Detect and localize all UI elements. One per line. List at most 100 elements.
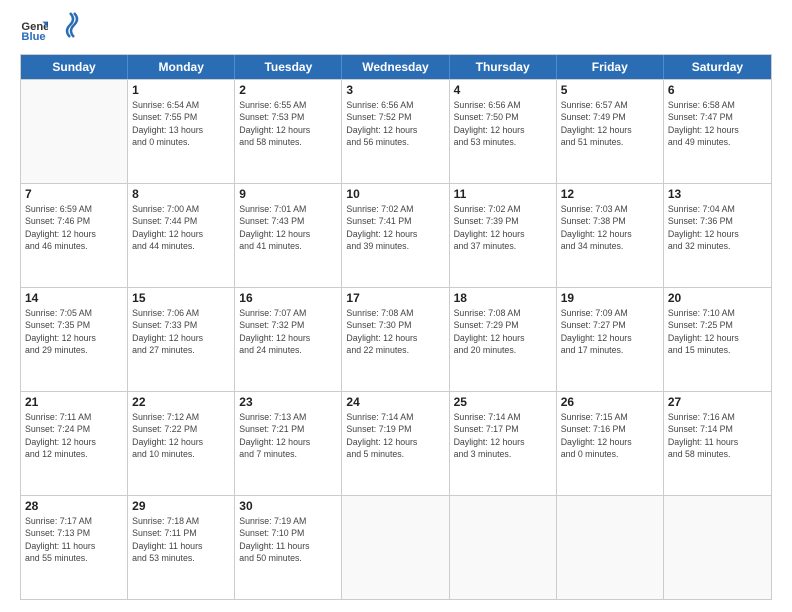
day-info: Sunrise: 7:15 AM Sunset: 7:16 PM Dayligh… — [561, 411, 659, 460]
day-number: 24 — [346, 395, 444, 409]
day-info: Sunrise: 7:08 AM Sunset: 7:29 PM Dayligh… — [454, 307, 552, 356]
calendar-empty-cell — [450, 496, 557, 599]
day-info: Sunrise: 7:01 AM Sunset: 7:43 PM Dayligh… — [239, 203, 337, 252]
day-number: 5 — [561, 83, 659, 97]
day-info: Sunrise: 7:11 AM Sunset: 7:24 PM Dayligh… — [25, 411, 123, 460]
calendar-day-2: 2 Sunrise: 6:55 AM Sunset: 7:53 PM Daylig… — [235, 80, 342, 183]
calendar-day-13: 13 Sunrise: 7:04 AM Sunset: 7:36 PM Dayli… — [664, 184, 771, 287]
day-info: Sunrise: 6:58 AM Sunset: 7:47 PM Dayligh… — [668, 99, 767, 148]
calendar-day-27: 27 Sunrise: 7:16 AM Sunset: 7:14 PM Dayli… — [664, 392, 771, 495]
day-info: Sunrise: 6:56 AM Sunset: 7:50 PM Dayligh… — [454, 99, 552, 148]
day-info: Sunrise: 7:02 AM Sunset: 7:39 PM Dayligh… — [454, 203, 552, 252]
day-info: Sunrise: 7:10 AM Sunset: 7:25 PM Dayligh… — [668, 307, 767, 356]
day-number: 20 — [668, 291, 767, 305]
day-number: 27 — [668, 395, 767, 409]
calendar-row-2: 7 Sunrise: 6:59 AM Sunset: 7:46 PM Daylig… — [21, 183, 771, 287]
day-info: Sunrise: 7:16 AM Sunset: 7:14 PM Dayligh… — [668, 411, 767, 460]
weekday-header-sunday: Sunday — [21, 55, 128, 79]
calendar-row-3: 14 Sunrise: 7:05 AM Sunset: 7:35 PM Dayli… — [21, 287, 771, 391]
day-number: 6 — [668, 83, 767, 97]
day-info: Sunrise: 7:09 AM Sunset: 7:27 PM Dayligh… — [561, 307, 659, 356]
day-number: 11 — [454, 187, 552, 201]
day-number: 7 — [25, 187, 123, 201]
day-info: Sunrise: 7:04 AM Sunset: 7:36 PM Dayligh… — [668, 203, 767, 252]
day-number: 30 — [239, 499, 337, 513]
calendar-row-4: 21 Sunrise: 7:11 AM Sunset: 7:24 PM Dayli… — [21, 391, 771, 495]
logo-icon: General Blue — [20, 16, 48, 44]
day-number: 9 — [239, 187, 337, 201]
day-info: Sunrise: 7:17 AM Sunset: 7:13 PM Dayligh… — [25, 515, 123, 564]
calendar-day-4: 4Sunrise: 6:56 AM Sunset: 7:50 PM Daylig… — [450, 80, 557, 183]
day-number: 25 — [454, 395, 552, 409]
day-info: Sunrise: 7:19 AM Sunset: 7:10 PM Dayligh… — [239, 515, 337, 564]
calendar-day-7: 7 Sunrise: 6:59 AM Sunset: 7:46 PM Daylig… — [21, 184, 128, 287]
calendar-empty-cell — [21, 80, 128, 183]
calendar-day-12: 12Sunrise: 7:03 AM Sunset: 7:38 PM Dayli… — [557, 184, 664, 287]
day-info: Sunrise: 6:59 AM Sunset: 7:46 PM Dayligh… — [25, 203, 123, 252]
day-number: 23 — [239, 395, 337, 409]
weekday-header-wednesday: Wednesday — [342, 55, 449, 79]
day-number: 14 — [25, 291, 123, 305]
weekday-header-monday: Monday — [128, 55, 235, 79]
day-info: Sunrise: 6:56 AM Sunset: 7:52 PM Dayligh… — [346, 99, 444, 148]
calendar-day-1: 1 Sunrise: 6:54 AM Sunset: 7:55 PM Daylig… — [128, 80, 235, 183]
day-info: Sunrise: 6:55 AM Sunset: 7:53 PM Dayligh… — [239, 99, 337, 148]
day-number: 28 — [25, 499, 123, 513]
day-number: 15 — [132, 291, 230, 305]
day-number: 16 — [239, 291, 337, 305]
svg-text:Blue: Blue — [21, 31, 45, 43]
day-number: 22 — [132, 395, 230, 409]
day-info: Sunrise: 6:54 AM Sunset: 7:55 PM Dayligh… — [132, 99, 230, 148]
calendar-header: SundayMondayTuesdayWednesdayThursdayFrid… — [21, 55, 771, 79]
day-number: 8 — [132, 187, 230, 201]
day-number: 13 — [668, 187, 767, 201]
day-info: Sunrise: 7:06 AM Sunset: 7:33 PM Dayligh… — [132, 307, 230, 356]
calendar-day-5: 5 Sunrise: 6:57 AM Sunset: 7:49 PM Daylig… — [557, 80, 664, 183]
day-info: Sunrise: 7:18 AM Sunset: 7:11 PM Dayligh… — [132, 515, 230, 564]
calendar-day-3: 3Sunrise: 6:56 AM Sunset: 7:52 PM Daylig… — [342, 80, 449, 183]
calendar-day-23: 23 Sunrise: 7:13 AM Sunset: 7:21 PM Dayli… — [235, 392, 342, 495]
weekday-header-tuesday: Tuesday — [235, 55, 342, 79]
calendar-day-15: 15 Sunrise: 7:06 AM Sunset: 7:33 PM Dayli… — [128, 288, 235, 391]
day-info: Sunrise: 7:13 AM Sunset: 7:21 PM Dayligh… — [239, 411, 337, 460]
calendar-day-21: 21 Sunrise: 7:11 AM Sunset: 7:24 PM Dayli… — [21, 392, 128, 495]
calendar-body: 1 Sunrise: 6:54 AM Sunset: 7:55 PM Daylig… — [21, 79, 771, 599]
day-info: Sunrise: 7:05 AM Sunset: 7:35 PM Dayligh… — [25, 307, 123, 356]
day-info: Sunrise: 7:08 AM Sunset: 7:30 PM Dayligh… — [346, 307, 444, 356]
day-number: 29 — [132, 499, 230, 513]
calendar-empty-cell — [664, 496, 771, 599]
day-number: 19 — [561, 291, 659, 305]
calendar-row-5: 28 Sunrise: 7:17 AM Sunset: 7:13 PM Dayli… — [21, 495, 771, 599]
calendar-row-1: 1 Sunrise: 6:54 AM Sunset: 7:55 PM Daylig… — [21, 79, 771, 183]
calendar-day-24: 24Sunrise: 7:14 AM Sunset: 7:19 PM Dayli… — [342, 392, 449, 495]
logo-wave-icon — [60, 11, 80, 41]
day-number: 2 — [239, 83, 337, 97]
calendar-day-6: 6 Sunrise: 6:58 AM Sunset: 7:47 PM Daylig… — [664, 80, 771, 183]
weekday-header-thursday: Thursday — [450, 55, 557, 79]
calendar-day-25: 25 Sunrise: 7:14 AM Sunset: 7:17 PM Dayli… — [450, 392, 557, 495]
day-info: Sunrise: 7:02 AM Sunset: 7:41 PM Dayligh… — [346, 203, 444, 252]
day-number: 17 — [346, 291, 444, 305]
day-number: 21 — [25, 395, 123, 409]
day-info: Sunrise: 6:57 AM Sunset: 7:49 PM Dayligh… — [561, 99, 659, 148]
calendar-empty-cell — [557, 496, 664, 599]
calendar-day-9: 9 Sunrise: 7:01 AM Sunset: 7:43 PM Daylig… — [235, 184, 342, 287]
calendar-day-10: 10 Sunrise: 7:02 AM Sunset: 7:41 PM Dayli… — [342, 184, 449, 287]
logo: General Blue — [20, 16, 80, 44]
calendar: SundayMondayTuesdayWednesdayThursdayFrid… — [20, 54, 772, 600]
day-number: 10 — [346, 187, 444, 201]
calendar-day-26: 26 Sunrise: 7:15 AM Sunset: 7:16 PM Dayli… — [557, 392, 664, 495]
day-number: 1 — [132, 83, 230, 97]
calendar-day-28: 28 Sunrise: 7:17 AM Sunset: 7:13 PM Dayli… — [21, 496, 128, 599]
calendar-day-20: 20 Sunrise: 7:10 AM Sunset: 7:25 PM Dayli… — [664, 288, 771, 391]
day-number: 26 — [561, 395, 659, 409]
day-info: Sunrise: 7:14 AM Sunset: 7:17 PM Dayligh… — [454, 411, 552, 460]
day-info: Sunrise: 7:12 AM Sunset: 7:22 PM Dayligh… — [132, 411, 230, 460]
calendar-day-8: 8 Sunrise: 7:00 AM Sunset: 7:44 PM Daylig… — [128, 184, 235, 287]
page-header: General Blue — [20, 16, 772, 44]
calendar-empty-cell — [342, 496, 449, 599]
calendar-day-19: 19 Sunrise: 7:09 AM Sunset: 7:27 PM Dayli… — [557, 288, 664, 391]
day-info: Sunrise: 7:03 AM Sunset: 7:38 PM Dayligh… — [561, 203, 659, 252]
calendar-day-16: 16Sunrise: 7:07 AM Sunset: 7:32 PM Dayli… — [235, 288, 342, 391]
day-info: Sunrise: 7:00 AM Sunset: 7:44 PM Dayligh… — [132, 203, 230, 252]
